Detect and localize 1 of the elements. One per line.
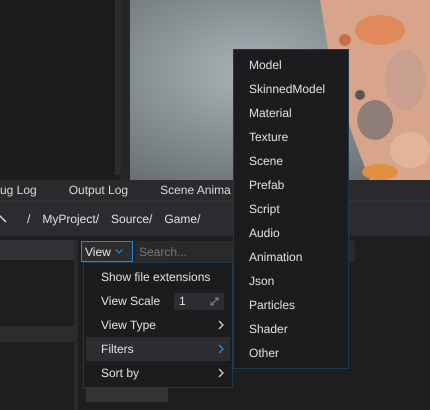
path-separator: / — [27, 211, 30, 228]
